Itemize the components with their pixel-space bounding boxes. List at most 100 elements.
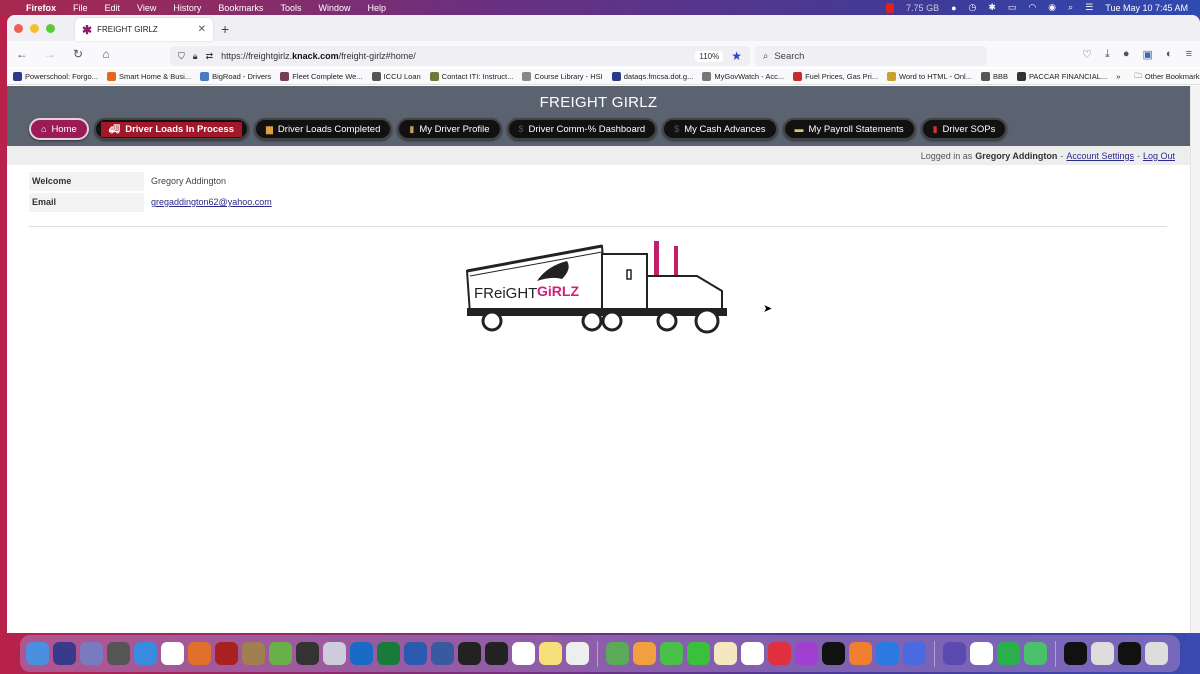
time-machine-icon[interactable]: ◷ [969, 2, 977, 13]
url-bar[interactable]: ⛉ 🔒︎ ⇄ https://freightgirlz.knack.com/fr… [170, 46, 750, 66]
spotlight-icon[interactable]: ⌕ [1068, 2, 1073, 13]
dock-app-icon[interactable] [997, 642, 1020, 665]
bookmark-item[interactable]: Smart Home & Busi... [106, 72, 191, 81]
dock-app-icon[interactable] [404, 642, 427, 665]
dock-app-icon[interactable] [1145, 642, 1168, 665]
more-bookmarks-icon[interactable]: » [1116, 72, 1120, 81]
nav-my-cash-advances[interactable]: $ My Cash Advances [662, 118, 778, 140]
dock-app-icon[interactable] [458, 642, 481, 665]
nav-driver-loads-in-process[interactable]: 🚚︎ Driver Loads In Process [93, 118, 249, 140]
bookmark-item[interactable]: Word to HTML - Onl... [887, 72, 972, 81]
dock-app-icon[interactable] [80, 642, 103, 665]
dock-app-icon[interactable] [323, 642, 346, 665]
logout-link[interactable]: Log Out [1143, 151, 1175, 161]
bookmark-star-icon[interactable]: ★ [731, 49, 742, 63]
dock-app-icon[interactable] [741, 642, 764, 665]
control-center-icon[interactable]: ☰ [1085, 2, 1093, 13]
forward-icon[interactable]: → [43, 47, 57, 61]
nav-my-payroll-statements[interactable]: ▬ My Payroll Statements [782, 118, 916, 140]
browser-tab[interactable]: ✱ FREIGHT GIRLZ ✕ [75, 18, 213, 41]
dock-app-icon[interactable] [795, 642, 818, 665]
dock-app-icon[interactable] [1091, 642, 1114, 665]
new-tab-button[interactable]: + [221, 21, 229, 37]
extension-b-icon[interactable]: ● [1123, 48, 1130, 61]
back-icon[interactable]: ← [15, 47, 29, 61]
bookmark-item[interactable]: Course Library - HSI [522, 72, 603, 81]
pocket-icon[interactable]: ♡ [1082, 48, 1092, 61]
nav-driver-sops[interactable]: ▮ Driver SOPs [920, 118, 1008, 140]
dock-app-icon[interactable] [512, 642, 535, 665]
bookmark-item[interactable]: Fuel Prices, Gas Pri... [793, 72, 878, 81]
dock-app-icon[interactable] [606, 642, 629, 665]
bookmark-item[interactable]: Contact ITI: Instruct... [429, 72, 513, 81]
dock-app-icon[interactable] [566, 642, 589, 665]
dock-app-icon[interactable] [107, 642, 130, 665]
bookmark-item[interactable]: PACCAR FINANCIAL... [1016, 72, 1107, 81]
bookmark-item[interactable]: BigRoad - Drivers [200, 72, 271, 81]
email-link[interactable]: gregaddington62@yahoo.com [151, 197, 272, 207]
dock-app-icon[interactable] [876, 642, 899, 665]
nav-driver-comm-dashboard[interactable]: $ Driver Comm-% Dashboard [506, 118, 658, 140]
nav-home[interactable]: ⌂ Home [29, 118, 89, 140]
bluetooth-icon[interactable]: ✱ [988, 2, 996, 13]
dock-app-icon[interactable] [1118, 642, 1141, 665]
dock-app-icon[interactable] [215, 642, 238, 665]
dock-app-icon[interactable] [970, 642, 993, 665]
dock-app-icon[interactable] [26, 642, 49, 665]
dock-app-icon[interactable] [53, 642, 76, 665]
shield-icon[interactable]: ⛉ [178, 51, 185, 62]
dock-app-icon[interactable] [903, 642, 926, 665]
dock-app-icon[interactable] [660, 642, 683, 665]
nav-my-driver-profile[interactable]: ▮ My Driver Profile [397, 118, 502, 140]
download-icon[interactable]: ⤓ [1105, 48, 1110, 61]
menu-history[interactable]: History [173, 3, 201, 13]
other-bookmarks-folder[interactable]: 🗀︎ Other Bookmarks [1134, 70, 1200, 83]
dock-app-icon[interactable] [1064, 642, 1087, 665]
url-text[interactable]: https://freightgirlz.knack.com/freight-g… [221, 51, 416, 61]
scrollbar[interactable] [1190, 86, 1200, 633]
user-icon[interactable]: ◉ [1048, 2, 1056, 13]
bookmark-item[interactable]: dataqs.fmcsa.dot.g... [611, 72, 693, 81]
dock-app-icon[interactable] [714, 642, 737, 665]
minimize-window-button[interactable] [30, 23, 39, 33]
reload-icon[interactable]: ↻ [71, 47, 85, 61]
menu-edit[interactable]: Edit [105, 3, 121, 13]
extension-icon[interactable]: ◐ [1166, 48, 1173, 61]
battery-icon[interactable]: ▭ [1008, 2, 1017, 13]
menu-app[interactable]: Firefox [26, 3, 56, 13]
bookmark-item[interactable]: ICCU Loan [371, 72, 421, 81]
wifi-icon[interactable]: ◠ [1028, 2, 1036, 13]
home-icon[interactable]: ⌂ [99, 47, 113, 61]
menu-icon[interactable]: ≡ [1186, 48, 1192, 61]
dock-app-icon[interactable] [633, 642, 656, 665]
zoom-window-button[interactable] [46, 23, 55, 33]
close-window-button[interactable] [14, 23, 23, 33]
nav-driver-loads-completed[interactable]: ▆ Driver Loads Completed [254, 118, 393, 140]
bookmark-item[interactable]: MyGovWatch - Acc... [702, 72, 784, 81]
dock-app-icon[interactable] [188, 642, 211, 665]
menu-window[interactable]: Window [318, 3, 350, 13]
menu-help[interactable]: Help [367, 3, 386, 13]
menu-tools[interactable]: Tools [280, 3, 301, 13]
dock-app-icon[interactable] [687, 642, 710, 665]
dock-app-icon[interactable] [161, 642, 184, 665]
bookmark-item[interactable]: Fleet Complete We... [280, 72, 363, 81]
zoom-level[interactable]: 110% [695, 50, 724, 62]
account-settings-link[interactable]: Account Settings [1066, 151, 1134, 161]
search-bar[interactable]: ⌕ Search [755, 46, 987, 66]
dock-app-icon[interactable] [134, 642, 157, 665]
dock-app-icon[interactable] [1024, 642, 1047, 665]
dock-app-icon[interactable] [377, 642, 400, 665]
dock-app-icon[interactable] [350, 642, 373, 665]
permissions-icon[interactable]: ⇄ [206, 51, 214, 62]
menu-view[interactable]: View [137, 3, 156, 13]
memory-status[interactable]: 7.75 GB [906, 3, 939, 13]
close-tab-icon[interactable]: ✕ [198, 24, 206, 35]
lock-icon[interactable]: 🔒︎ [193, 51, 198, 62]
menu-file[interactable]: File [73, 3, 88, 13]
dock-app-icon[interactable] [485, 642, 508, 665]
status-app-icon[interactable] [886, 2, 895, 13]
extension-s-icon[interactable]: ▣ [1143, 48, 1153, 61]
dock-app-icon[interactable] [431, 642, 454, 665]
bookmark-item[interactable]: BBB [980, 72, 1008, 81]
